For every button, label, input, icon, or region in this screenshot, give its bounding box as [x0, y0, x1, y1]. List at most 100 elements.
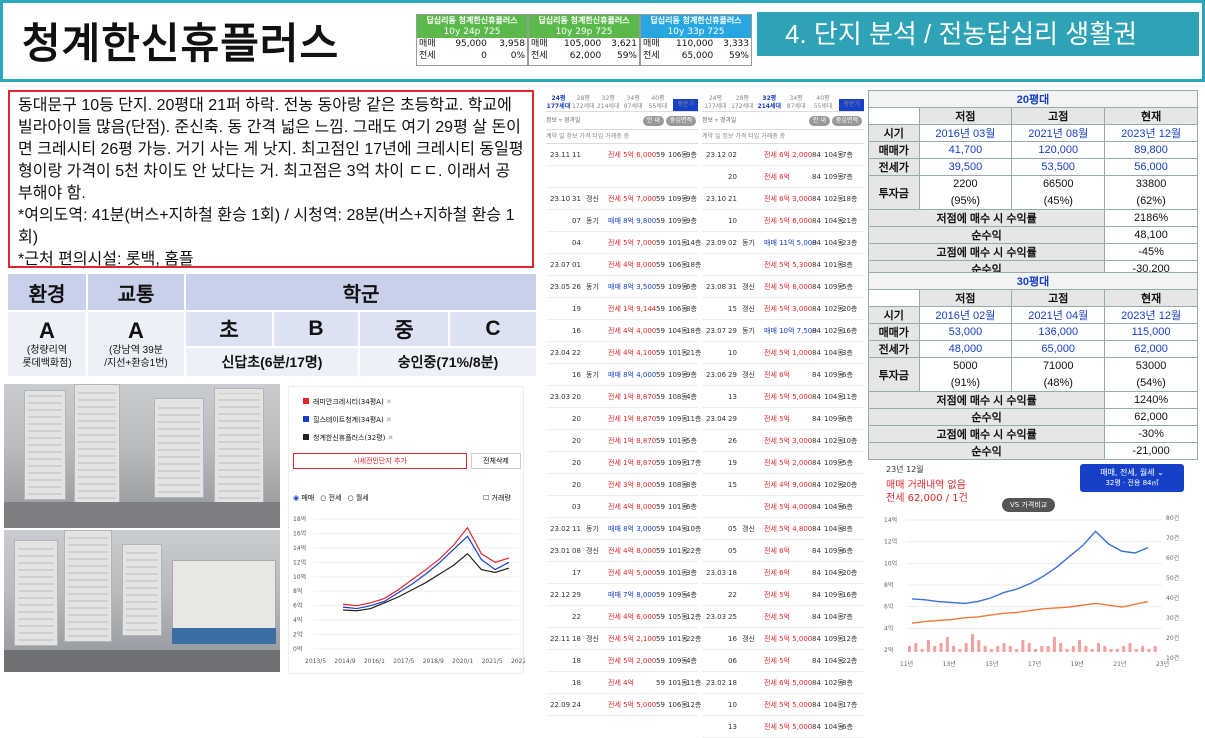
- filter-label[interactable]: 정보 ▿ 경과일: [702, 117, 736, 124]
- transaction-row[interactable]: 10 전세 5억 5,000 84 104동 17층: [702, 694, 864, 716]
- transaction-row[interactable]: 23.03 20 전세 1억 8,870 59 108동 4층: [546, 386, 698, 408]
- transaction-row[interactable]: 23.09 02 동기 매매 11억 5,000 84 104동 23층: [702, 232, 864, 254]
- transaction-row[interactable]: 20 전세 1억 8,870 59 101동 5층: [546, 430, 698, 452]
- transaction-row[interactable]: 23.06 29 갱신 전세 6억 84 109동 6층: [702, 364, 864, 386]
- transaction-row[interactable]: 19 전세 1억 9,144 59 106동 8층: [546, 298, 698, 320]
- size-tab[interactable]: 32평 214세대: [756, 95, 783, 111]
- transaction-row[interactable]: 23.12 02 전세 6억 2,000 84 104동 7층: [702, 144, 864, 166]
- transaction-row[interactable]: 18 전세 4억 59 101동 11층: [546, 672, 701, 694]
- transaction-row[interactable]: 23.04 29 전세 5억 84 109동 6층: [702, 408, 864, 430]
- transaction-row[interactable]: 13 전세 5억 5,000 84 104동 11층: [702, 386, 864, 408]
- transaction-row[interactable]: 23.10 31 갱신 전세 5억 7,000 59 109동 9층: [546, 188, 698, 210]
- add-complex-button[interactable]: 시세전인단지 추가: [293, 453, 467, 469]
- size-tab[interactable]: 34평 87세대: [621, 95, 646, 111]
- transaction-row[interactable]: 17 전세 4억 5,000 59 101동 3층: [546, 562, 698, 584]
- transaction-row[interactable]: 22 전세 5억 84 109동 16층: [702, 584, 864, 606]
- size-tab[interactable]: 28평 172세대: [571, 95, 596, 111]
- size-tab[interactable]: 24평 177세대: [702, 95, 729, 111]
- legend-item[interactable]: 힐스테이트청계(34평A) ✕: [303, 411, 393, 429]
- transaction-row[interactable]: 23.02 18 전세 6억 5,000 84 102동 8층: [702, 672, 864, 694]
- transaction-cell: 19: [728, 459, 737, 467]
- radio-sale[interactable]: ◉ 매매: [293, 493, 314, 503]
- vs-compare-button[interactable]: VS 가격비교: [1002, 498, 1056, 512]
- size-tab[interactable]: 24평 177세대: [546, 95, 571, 111]
- size-tab[interactable]: 40평 55세대: [646, 95, 671, 111]
- transaction-row[interactable]: 16 동기 매매 8억 4,000 59 109동 9층: [546, 364, 698, 386]
- transaction-cell: 갱신: [742, 305, 755, 313]
- transaction-row[interactable]: 전세 5억 5,300 84 101동 3층: [702, 254, 864, 276]
- volume-checkbox[interactable]: ☐ 거래량: [483, 493, 511, 503]
- transaction-row[interactable]: 22.11 18 갱신 전세 5억 2,100 59 101동 22층: [546, 628, 701, 650]
- transaction-cell: 3층: [842, 261, 853, 269]
- transaction-row[interactable]: 23.03 25 전세 5억 84 104동 7층: [702, 606, 864, 628]
- transaction-cell: 59: [656, 459, 665, 467]
- transaction-row[interactable]: 05 전세 6억 84 109동 6층: [702, 540, 864, 562]
- transaction-row[interactable]: 26 전세 5억 3,000 84 102동 10층: [702, 430, 864, 452]
- filter-pill[interactable]: 중심면적: [665, 116, 696, 126]
- transaction-row[interactable]: 22.12 29 매매 7억 8,000 59 109동 4층: [546, 584, 698, 606]
- transaction-cell: 10: [728, 349, 737, 357]
- filter-pill[interactable]: 중심면적: [831, 116, 862, 126]
- transaction-row[interactable]: 23.02 11 동기 매매 8억 3,000 59 104동 10층: [546, 518, 701, 540]
- transaction-row[interactable]: 전세 5억 4,000 84 104동 6층: [702, 496, 864, 518]
- volume-bar: [1103, 646, 1107, 652]
- transaction-row[interactable]: 23.01 08 갱신 전세 4억 8,000 59 101동 22층: [546, 540, 701, 562]
- size-filter-button[interactable]: 평문기: [839, 99, 865, 111]
- transaction-cell: 101동: [668, 547, 688, 555]
- transaction-row[interactable]: 18 전세 5억 2,000 59 109동 4층: [546, 650, 698, 672]
- transaction-row[interactable]: 23.07 29 동기 매매 10억 7,500 84 102동 16층: [702, 320, 864, 342]
- transaction-cell: 59: [656, 327, 665, 335]
- legend-item[interactable]: 래미안크레시티(34평A) ✕: [303, 393, 393, 411]
- size-tab[interactable]: 40평 55세대: [810, 95, 837, 111]
- transaction-row[interactable]: 23.07 01 전세 4억 8,000 59 106동 18층: [546, 254, 701, 276]
- transaction-row[interactable]: 10 전세 5억 6,000 84 104동 21층: [702, 210, 864, 232]
- transaction-row[interactable]: 23.08 31 갱신 전세 5억 8,000 84 109동 5층: [702, 276, 864, 298]
- transaction-row[interactable]: 16 전세 4억 4,000 59 104동 18층: [546, 320, 701, 342]
- size-tab[interactable]: 34평 87세대: [783, 95, 810, 111]
- table-cell: 2016년 03월: [918, 124, 1013, 142]
- filter-pill[interactable]: 안 내: [642, 116, 664, 126]
- transaction-row[interactable]: 23.11 11 전세 5억 6,000 59 106동 9층: [546, 144, 698, 166]
- transaction-row[interactable]: 20 전세 1억 8,870 59 109동 11층: [546, 408, 701, 430]
- transaction-row[interactable]: 23.04 22 전세 4억 4,100 59 101동 21층: [546, 342, 701, 364]
- x-tick-label: 23년: [1156, 660, 1169, 668]
- transaction-row[interactable]: 15 전세 4억 9,000 84 102동 20층: [702, 474, 864, 496]
- transaction-row[interactable]: [546, 166, 698, 188]
- table-row: 전세가 48,000 65,000 62,000: [868, 340, 1198, 358]
- filter-pill[interactable]: 안 내: [808, 116, 830, 126]
- transaction-row[interactable]: 20 전세 3억 8,000 59 108동 8층: [546, 474, 698, 496]
- transaction-row[interactable]: 20 전세 6억 84 109동 7층: [702, 166, 864, 188]
- radio-jeonse[interactable]: ○ 전세: [320, 493, 341, 503]
- type-radio-group: ◉ 매매 ○ 전세 ○ 월세: [293, 493, 369, 503]
- filter-label[interactable]: 정보 ▿ 경과일: [546, 117, 580, 124]
- transaction-row[interactable]: 07 동기 매매 8억 9,800 59 109동 9층: [546, 210, 698, 232]
- transaction-row[interactable]: 13 전세 5억 5,000 84 104동 6층: [702, 716, 864, 738]
- transaction-row[interactable]: 22.09 24 전세 5억 5,000 59 106동 12층: [546, 694, 701, 716]
- transaction-row[interactable]: 04 전세 5억 7,000 59 101동 14층: [546, 232, 701, 254]
- table-row: 투자금 5000 71000 53000: [868, 357, 1198, 392]
- transaction-row[interactable]: 10 전세 5억 1,000 84 104동 3층: [702, 342, 864, 364]
- size-filter-button[interactable]: 평문기: [673, 99, 699, 111]
- transaction-row[interactable]: 06 전세 5억 84 104동 22층: [702, 650, 864, 672]
- legend-item[interactable]: 청계한신휴플러스(32평) ✕: [303, 429, 393, 447]
- x-tick-label: 13년: [943, 660, 956, 668]
- transaction-row[interactable]: 22 전세 4억 6,000 59 105동 12층: [546, 606, 701, 628]
- table-row: 매매가 41,700 120,000 89,800: [868, 141, 1198, 159]
- transaction-cell: 104동: [668, 525, 688, 533]
- transaction-row[interactable]: 19 전세 5억 2,000 84 109동 5층: [702, 452, 864, 474]
- transaction-row[interactable]: 23.05 26 동기 매매 8억 3,500 59 109동 6층: [546, 276, 698, 298]
- size-tab[interactable]: 32평 214세대: [596, 95, 621, 111]
- transaction-row[interactable]: 03 전세 4억 8,000 59 101동 6층: [546, 496, 698, 518]
- transaction-row[interactable]: 05 갱신 전세 5억 4,800 84 104동 8층: [702, 518, 864, 540]
- transaction-row[interactable]: 23.10 21 전세 6억 3,000 84 102동 18층: [702, 188, 864, 210]
- size-tab[interactable]: 28평 172세대: [729, 95, 756, 111]
- delete-all-button[interactable]: 전체삭제: [471, 453, 521, 469]
- transaction-row[interactable]: 23.03 18 전세 6억 84 104동 20층: [702, 562, 864, 584]
- transaction-cell: 6층: [842, 415, 853, 423]
- transaction-row[interactable]: 15 갱신 전세 5억 3,000 84 102동 20층: [702, 298, 864, 320]
- radio-monthly[interactable]: ○ 월세: [347, 493, 368, 503]
- transaction-row[interactable]: 16 갱신 전세 5억 5,000 84 109동 12층: [702, 628, 864, 650]
- trend-type-select[interactable]: 매매, 전세, 월세 ⌄ 32평 · 전용 84㎡: [1080, 464, 1184, 492]
- volume-bar: [1002, 643, 1006, 652]
- transaction-row[interactable]: 20 전세 1억 8,870 59 109동 17층: [546, 452, 701, 474]
